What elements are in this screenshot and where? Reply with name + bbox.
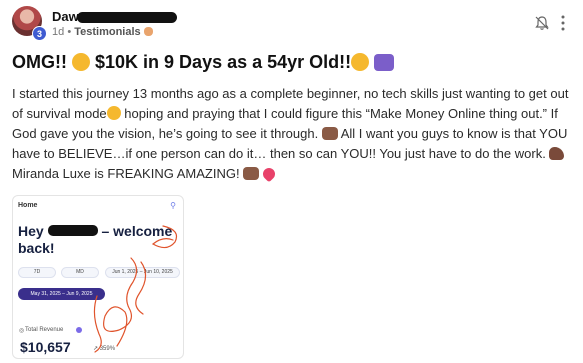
level-badge: 3 bbox=[32, 26, 47, 41]
attached-image[interactable]: Home ⚲ Hey – welcome back! 7D MD Jun 1, … bbox=[12, 195, 184, 359]
bell-off-icon[interactable] bbox=[534, 15, 550, 31]
post-meta: 1d • Testimonials bbox=[52, 26, 153, 38]
flexed-biceps-emoji-icon bbox=[549, 147, 565, 160]
post-body-p4: Miranda Luxe is FREAKING AMAZING! bbox=[12, 166, 240, 181]
pleading-face-emoji-icon bbox=[106, 106, 121, 120]
filter-md: MD bbox=[61, 267, 99, 278]
meta-separator: • bbox=[67, 26, 72, 38]
post-body: I started this journey 13 months ago as … bbox=[12, 84, 574, 184]
revenue-growth: ↗ 359% bbox=[93, 346, 116, 352]
revenue-indicator-dot bbox=[76, 327, 82, 333]
clapping-hands-emoji-icon bbox=[143, 27, 153, 36]
revenue-label: Total Revenue bbox=[25, 327, 64, 333]
post-title-part-1: OMG!! bbox=[12, 52, 67, 72]
filter-date-range: Jun 1, 2025 – Jun 10, 2025 bbox=[105, 267, 180, 278]
active-date-range: May 31, 2025 – Jun 9, 2025 bbox=[18, 288, 105, 300]
author-name-text[interactable]: Daw bbox=[52, 9, 79, 24]
revenue-value: $10,657 bbox=[20, 339, 71, 355]
author-name[interactable]: Daw bbox=[52, 9, 177, 24]
raised-hands-emoji-icon bbox=[243, 167, 260, 180]
post-title-part-2: $10K in 9 Days as a 54yr Old!! bbox=[95, 52, 352, 72]
post-category[interactable]: Testimonials bbox=[74, 26, 140, 38]
post-header: 3 Daw 1d • Testimonials bbox=[12, 6, 572, 41]
author-name-redaction bbox=[76, 12, 177, 24]
flushed-face-emoji-icon bbox=[72, 53, 90, 71]
dashboard-greeting: Hey – welcome back! bbox=[18, 223, 183, 257]
raised-hands-emoji-icon bbox=[321, 127, 338, 140]
post-time: 1d bbox=[52, 26, 65, 38]
heart-emoji-icon bbox=[260, 165, 278, 183]
link-icon: ⚲ bbox=[170, 201, 176, 210]
more-options-icon[interactable] bbox=[556, 14, 570, 32]
dashboard-name-redaction bbox=[47, 225, 98, 236]
post-title: OMG!! $10K in 9 Days as a 54yr Old!! bbox=[12, 52, 395, 73]
praying-hands-emoji-icon bbox=[374, 54, 395, 71]
filter-7d: 7D bbox=[18, 267, 56, 278]
dashboard-home-label: Home bbox=[18, 202, 38, 209]
dashboard-greeting-start: Hey bbox=[18, 223, 44, 239]
revenue-icon: ◎ bbox=[19, 328, 25, 334]
avatar-wrapper[interactable]: 3 bbox=[12, 6, 47, 41]
pleading-face-emoji-icon bbox=[351, 53, 370, 71]
